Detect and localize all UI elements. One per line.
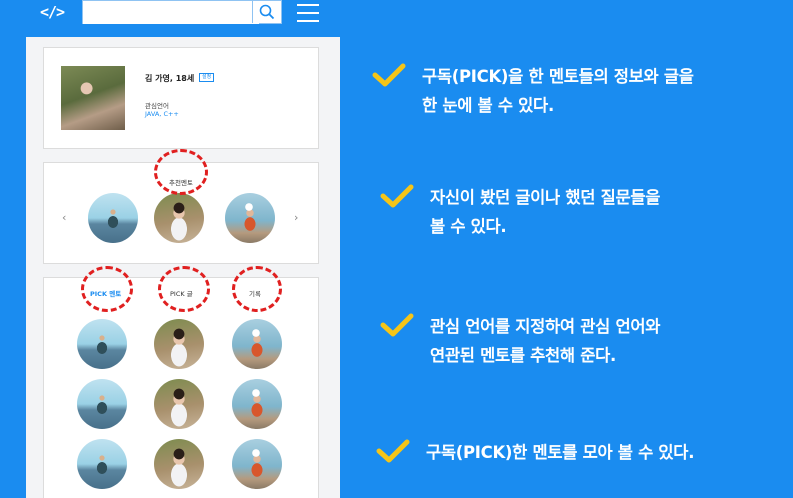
top-bar: </> <box>0 0 340 26</box>
feature-line: 한 눈에 볼 수 있다. <box>422 96 554 115</box>
feature-item: 자신이 봤던 글이나 했던 질문들을 볼 수 있다. <box>380 183 660 241</box>
chevron-left-icon[interactable]: ‹ <box>62 211 66 224</box>
feature-item: 관심 언어를 지정하여 관심 언어와 연관된 멘토를 추천해 준다. <box>380 312 660 370</box>
pick-tabs-card: PICK 멘토 PICK 글 기록 <box>43 266 319 498</box>
mentor-avatar[interactable] <box>225 193 275 243</box>
profile-settings-badge[interactable]: 설정 <box>199 73 215 82</box>
checkmark-icon <box>380 313 414 337</box>
annotation-circle <box>154 149 208 195</box>
chevron-right-icon[interactable]: › <box>294 211 298 224</box>
feature-item: 구독(PICK)한 멘토를 모아 볼 수 있다. <box>376 438 694 467</box>
feature-line: 볼 수 있다. <box>430 217 507 236</box>
feature-line: 구독(PICK)을 한 멘토들의 정보와 글을 <box>422 67 694 86</box>
profile-avatar <box>61 66 125 130</box>
feature-text: 구독(PICK)을 한 멘토들의 정보와 글을 한 눈에 볼 수 있다. <box>422 62 694 120</box>
search-button[interactable] <box>252 1 281 23</box>
feature-line: 연관된 멘토를 추천해 준다. <box>430 346 616 365</box>
mentor-avatar[interactable] <box>232 379 282 429</box>
mentor-avatar[interactable] <box>77 439 127 489</box>
feature-line: 자신이 봤던 글이나 했던 질문들을 <box>430 188 661 207</box>
checkmark-icon <box>380 184 414 208</box>
interest-languages: JAVA, C++ <box>145 110 179 118</box>
checkmark-icon <box>372 63 406 87</box>
profile-name: 김 가영, 18세 <box>145 74 195 83</box>
mentor-avatar[interactable] <box>154 439 204 489</box>
app-screen: 김 가영, 18세 설정 관심언어 JAVA, C++ 추천멘토 ‹ › PIC… <box>26 37 340 498</box>
feature-text: 구독(PICK)한 멘토를 모아 볼 수 있다. <box>426 438 694 467</box>
search-icon <box>259 4 275 20</box>
interest-language-label: 관심언어 <box>145 102 169 110</box>
annotation-circle <box>81 266 133 312</box>
annotation-circle <box>158 266 210 312</box>
feature-item: 구독(PICK)을 한 멘토들의 정보와 글을 한 눈에 볼 수 있다. <box>372 62 694 120</box>
mentor-avatar[interactable] <box>232 319 282 369</box>
feature-line: 관심 언어를 지정하여 관심 언어와 <box>430 317 661 336</box>
feature-text: 자신이 봤던 글이나 했던 질문들을 볼 수 있다. <box>430 183 660 241</box>
feature-line: 구독(PICK)한 멘토를 모아 볼 수 있다. <box>426 443 695 462</box>
code-logo-icon[interactable]: </> <box>40 3 65 21</box>
profile-card: 김 가영, 18세 설정 관심언어 JAVA, C++ <box>43 47 319 149</box>
mentor-avatar[interactable] <box>154 193 204 243</box>
recommended-mentors-card: 추천멘토 ‹ › <box>43 149 319 264</box>
annotation-circle <box>232 266 282 312</box>
mentor-avatar[interactable] <box>77 319 127 369</box>
mentor-avatar[interactable] <box>232 439 282 489</box>
hamburger-menu-icon[interactable] <box>297 4 319 22</box>
search-box <box>82 0 282 24</box>
mentor-avatar[interactable] <box>77 379 127 429</box>
mentor-avatar[interactable] <box>154 319 204 369</box>
search-input[interactable] <box>83 2 259 24</box>
mentor-avatar[interactable] <box>154 379 204 429</box>
mentor-avatar[interactable] <box>88 193 138 243</box>
checkmark-icon <box>376 439 410 463</box>
feature-text: 관심 언어를 지정하여 관심 언어와 연관된 멘토를 추천해 준다. <box>430 312 660 370</box>
